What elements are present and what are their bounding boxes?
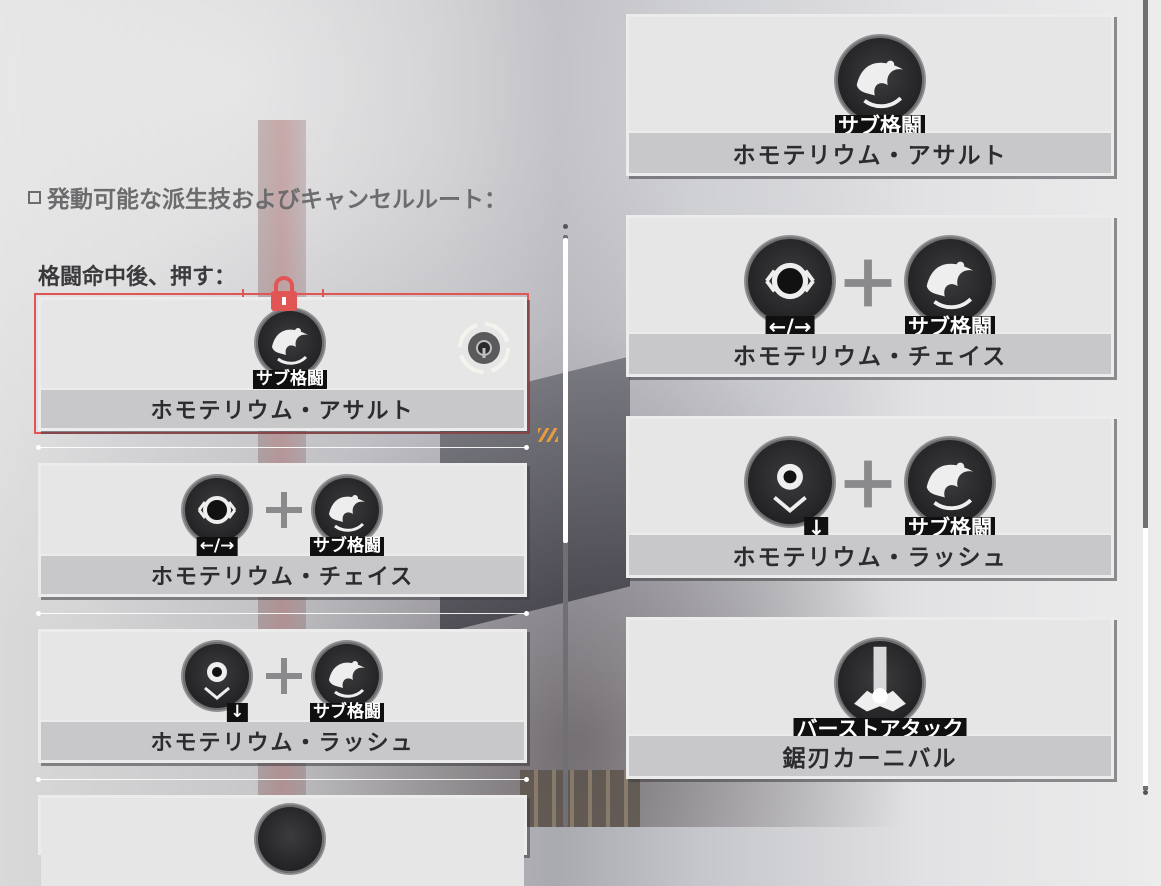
move-name: ホモテリウム・チェイス	[41, 556, 524, 594]
move-card-right-4[interactable]: バーストアタック 鋸刃カーニバル	[626, 617, 1114, 779]
right-scrollbar-cap	[1143, 790, 1148, 795]
direction-down-icon: ↓	[746, 438, 834, 540]
sub-melee-icon: サブ格闘	[835, 36, 925, 138]
move-card-right-2[interactable]: ←/→ サブ格闘 ホモテリウム・チェイス	[626, 215, 1114, 377]
direction-down-icon: ↓	[183, 642, 251, 722]
input-tag: サブ格闘	[310, 703, 384, 722]
direction-left-right-icon: ←/→	[746, 237, 834, 339]
sub-melee-icon: サブ格闘	[253, 309, 327, 389]
plus-icon	[844, 259, 892, 307]
burst-attack-icon: バーストアタック	[793, 639, 967, 741]
move-card-left-1[interactable]: サブ格闘 ホモテリウム・アサルト	[38, 297, 527, 431]
sub-melee-icon: サブ格闘	[905, 438, 995, 540]
move-card-left-3[interactable]: ↓ サブ格闘 ホモテリウム・ラッシュ	[38, 629, 527, 763]
scrollbar-thumb[interactable]	[563, 238, 568, 543]
input-tag: ↓	[227, 703, 248, 722]
input-tag: サブ格闘	[310, 537, 384, 556]
move-card-left-2[interactable]: ←/→ サブ格闘 ホモテリウム・チェイス	[38, 463, 527, 597]
input-tag: サブ格闘	[253, 370, 327, 389]
section-title: 発動可能な派生技およびキャンセルルート：	[28, 180, 507, 214]
move-card-left-4-partial[interactable]	[38, 795, 527, 886]
move-name: ホモテリウム・アサルト	[629, 133, 1111, 173]
move-name: ホモテリウム・ラッシュ	[41, 722, 524, 760]
sub-melee-icon: サブ格闘	[310, 476, 384, 556]
lock-icon	[271, 276, 297, 311]
subsection-label: 格闘命中後、押す：	[38, 265, 237, 290]
sub-melee-icon: サブ格闘	[310, 642, 384, 722]
move-name: ホモテリウム・アサルト	[41, 390, 524, 428]
move-name: ホモテリウム・チェイス	[629, 334, 1111, 374]
bullet-square-icon	[28, 191, 41, 204]
move-card-right-3[interactable]: ↓ サブ格闘 ホモテリウム・ラッシュ	[626, 416, 1114, 578]
divider	[36, 611, 529, 616]
background-warning-stripes	[538, 428, 558, 442]
plus-icon	[266, 492, 302, 528]
partial-move-icon	[256, 805, 324, 873]
move-name: ホモテリウム・ラッシュ	[629, 535, 1111, 575]
divider	[36, 777, 529, 782]
right-scrollbar-thumb[interactable]	[1143, 528, 1148, 786]
target-lock-icon	[458, 322, 510, 374]
move-name: 鋸刃カーニバル	[629, 736, 1111, 776]
plus-icon	[844, 460, 892, 508]
sub-melee-icon: サブ格闘	[905, 237, 995, 339]
input-tag: ←/→	[196, 537, 238, 556]
scrollbar-cap	[563, 224, 568, 229]
background-floor	[520, 770, 640, 827]
move-card-right-1[interactable]: サブ格闘 ホモテリウム・アサルト	[626, 14, 1114, 176]
divider	[36, 445, 529, 450]
direction-left-right-icon: ←/→	[183, 476, 251, 556]
plus-icon	[266, 658, 302, 694]
